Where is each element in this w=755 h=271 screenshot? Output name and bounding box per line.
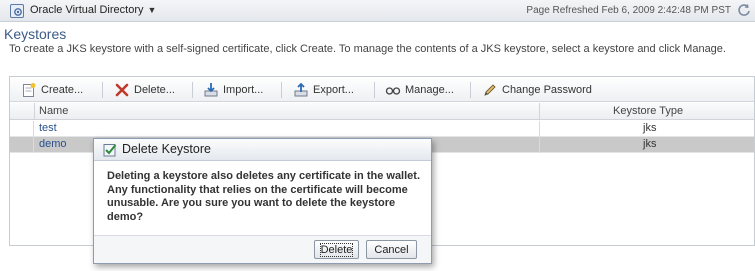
toolbar-divider xyxy=(102,82,103,98)
cancel-button-label: Cancel xyxy=(374,243,409,256)
keystore-name-link[interactable]: test xyxy=(39,122,57,134)
toolbar-divider xyxy=(281,82,282,98)
row-selector[interactable] xyxy=(10,137,34,153)
manage-button[interactable]: Manage... xyxy=(385,81,454,99)
page-title: Keystores xyxy=(4,26,67,42)
glasses-icon xyxy=(385,82,401,98)
keystore-type-cell: jks xyxy=(643,138,657,150)
app-menu-label: Oracle Virtual Directory xyxy=(30,4,144,16)
delete-keystore-dialog: Delete Keystore Deleting a keystore also… xyxy=(93,138,432,264)
change-password-label: Change Password xyxy=(502,84,592,96)
export-icon xyxy=(293,82,309,98)
column-divider xyxy=(539,103,540,120)
column-header-name[interactable]: Name xyxy=(39,105,68,117)
toolbar-divider xyxy=(470,82,471,98)
column-divider xyxy=(539,121,540,137)
delete-label: Delete... xyxy=(134,84,175,96)
page-description: To create a JKS keystore with a self-sig… xyxy=(9,43,726,55)
manage-label: Manage... xyxy=(405,84,454,96)
pencil-icon xyxy=(482,82,498,98)
dialog-message: Deleting a keystore also deletes any cer… xyxy=(107,170,421,223)
delete-button-label: Delete xyxy=(319,242,354,257)
column-divider xyxy=(34,103,35,120)
checklist-icon xyxy=(103,143,117,157)
toolbar-divider xyxy=(192,82,193,98)
delete-button[interactable]: Delete... xyxy=(114,81,175,99)
delete-button[interactable]: Delete xyxy=(314,240,359,259)
cancel-button[interactable]: Cancel xyxy=(366,240,417,259)
chevron-down-icon: ▼ xyxy=(147,5,157,15)
keystore-type-cell: jks xyxy=(643,122,657,134)
table-row[interactable]: test jks xyxy=(10,121,754,137)
export-label: Export... xyxy=(313,84,354,96)
change-password-button[interactable]: Change Password xyxy=(482,81,592,99)
keystore-name-link[interactable]: demo xyxy=(39,138,67,150)
app-icon xyxy=(10,4,24,18)
app-menu[interactable]: Oracle Virtual Directory ▼ xyxy=(30,4,156,18)
create-button[interactable]: Create... xyxy=(21,81,83,99)
create-label: Create... xyxy=(41,84,84,96)
export-button[interactable]: Export... xyxy=(293,81,354,99)
refresh-icon[interactable] xyxy=(737,3,751,17)
dialog-title-bar[interactable]: Delete Keystore xyxy=(94,139,431,161)
page-refreshed-text: Page Refreshed Feb 6, 2009 2:42:48 PM PS… xyxy=(526,5,731,16)
column-header-keystore-type[interactable]: Keystore Type xyxy=(613,105,683,117)
delete-x-icon xyxy=(114,82,130,98)
top-bar: Oracle Virtual Directory ▼ Page Refreshed… xyxy=(0,0,755,22)
toolbar: Create... Delete... Import... Export... … xyxy=(10,77,754,102)
import-icon xyxy=(203,82,219,98)
create-icon xyxy=(21,82,37,98)
import-button[interactable]: Import... xyxy=(203,81,263,99)
table-header: Name Keystore Type xyxy=(10,103,754,120)
column-divider xyxy=(539,137,540,153)
dialog-footer: Delete Cancel xyxy=(94,235,431,263)
toolbar-divider xyxy=(374,82,375,98)
row-selector[interactable] xyxy=(10,121,34,137)
dialog-title: Delete Keystore xyxy=(122,142,211,156)
import-label: Import... xyxy=(223,84,264,96)
